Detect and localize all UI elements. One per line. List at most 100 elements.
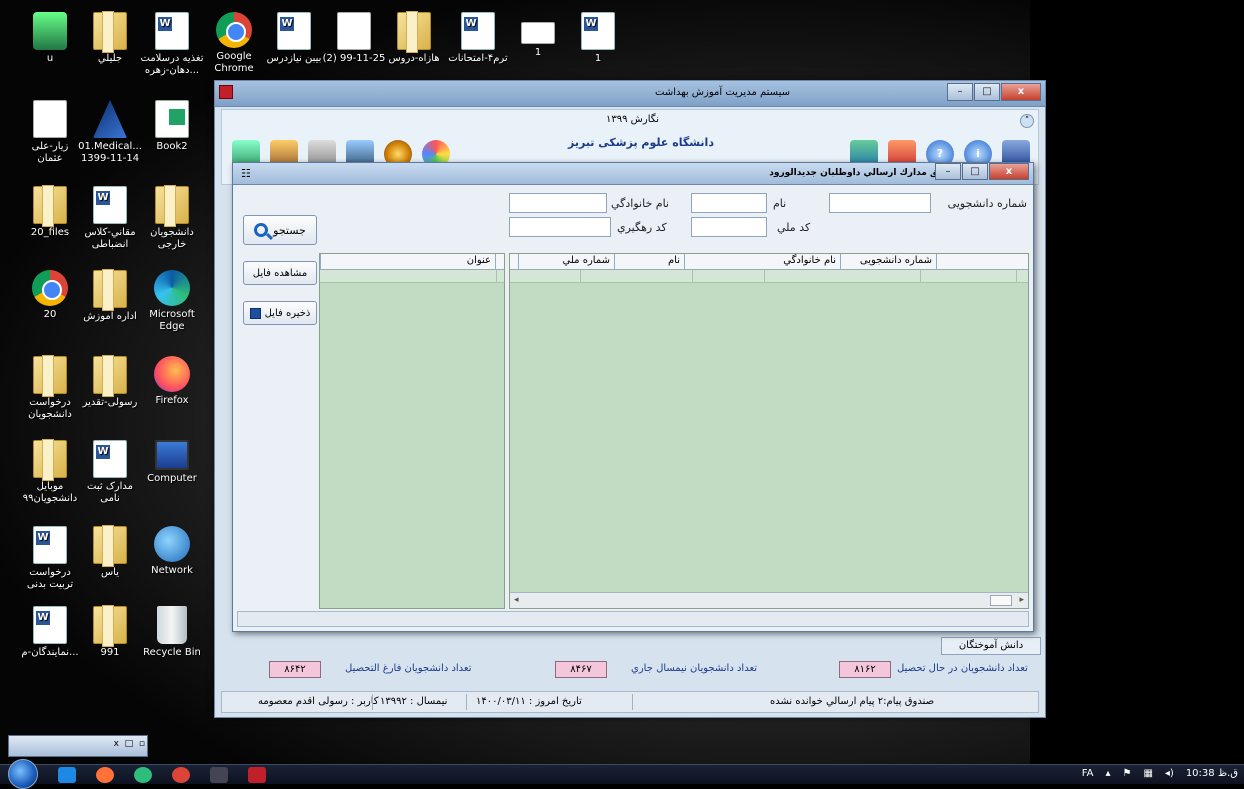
desktop-icon-label: جليلي xyxy=(97,53,123,64)
desktop-icon-chrome[interactable]: 20 xyxy=(18,270,82,321)
students-grid-header: شماره ملي نام نام خانوادگي شماره دانشجوي… xyxy=(510,254,1028,270)
desktop-icon-folder[interactable]: جليلي xyxy=(78,11,142,65)
desktop-icon-folder[interactable]: دانشجويان خارجی xyxy=(140,185,204,251)
column-header-student-number[interactable]: شماره دانشجويی xyxy=(840,254,936,269)
desktop-icon-doc[interactable]: زیار-علی عثمان xyxy=(18,100,82,165)
app-titlebar[interactable]: سيستم مديريت آموزش بهداشت – □ x xyxy=(215,81,1045,107)
desktop-icon-bin[interactable]: Recycle Bin xyxy=(140,606,204,659)
save-file-button[interactable]: ذخيره فايل xyxy=(243,301,317,325)
search-icon xyxy=(254,223,269,237)
search-button[interactable]: جستجو xyxy=(243,215,317,245)
flag-icon[interactable]: ⚑ xyxy=(1122,768,1131,779)
volume-icon[interactable]: ◂) xyxy=(1165,768,1174,779)
column-header-title[interactable]: عنوان xyxy=(320,254,495,269)
desktop-icon-folder[interactable]: موبایل دانشجويان۹۹ xyxy=(18,439,82,505)
dialog-titlebar[interactable]: ☷ تطابق مدارك ارسالي داوطلبان جديدالورود… xyxy=(233,163,1033,185)
floppy-icon xyxy=(249,307,261,319)
chrome-icon xyxy=(216,12,252,48)
minimize-button[interactable]: – xyxy=(947,83,973,101)
firefox-taskbar-icon[interactable] xyxy=(96,767,114,783)
desktop-icon-excel[interactable]: Book2 xyxy=(140,100,204,153)
network-icon xyxy=(154,526,190,562)
column-header-national-number[interactable]: شماره ملي xyxy=(518,254,614,269)
tray-expand-icon[interactable]: ▴ xyxy=(1105,768,1110,779)
doc-icon xyxy=(337,12,371,50)
folder-icon xyxy=(33,355,67,397)
edge-taskbar-icon[interactable] xyxy=(134,767,152,783)
desktop-icon-chrome[interactable]: Google Chrome xyxy=(202,12,266,75)
desktop-icon-folder[interactable]: هازاه-دروس xyxy=(382,11,446,65)
student-number-input[interactable] xyxy=(829,193,931,213)
desktop-icon-computer[interactable]: Computer xyxy=(140,440,204,485)
view-file-button[interactable]: مشاهده فايل xyxy=(243,261,317,285)
doc-icon xyxy=(33,100,67,138)
desktop-icon-folder[interactable]: اداره آموزش xyxy=(78,269,142,323)
last-name-input[interactable] xyxy=(509,193,607,213)
dialog-maximize-button[interactable]: □ xyxy=(962,163,988,180)
language-indicator[interactable]: FA xyxy=(1082,768,1094,779)
table-row[interactable] xyxy=(510,270,1028,283)
excel-icon xyxy=(155,100,189,138)
bin-icon xyxy=(157,606,187,644)
dialog-close-button[interactable]: x xyxy=(989,163,1029,180)
minimized-window[interactable]: x □ ▫ xyxy=(8,735,148,757)
desktop-icon-word[interactable]: ترم۴-امتحانات xyxy=(446,12,510,65)
first-name-input[interactable] xyxy=(691,193,767,213)
desktop-icon-word[interactable]: مقاني-کلاس انضباطی xyxy=(78,186,142,251)
folder-icon xyxy=(93,605,127,647)
start-button[interactable] xyxy=(8,759,38,789)
national-code-input[interactable] xyxy=(691,217,767,237)
desktop-icon-label: دانشجويان خارجی xyxy=(150,227,194,250)
minimized-window-controls[interactable]: x □ ▫ xyxy=(114,739,145,749)
dialog-minimize-button[interactable]: – xyxy=(935,163,961,180)
desktop-icon-folder[interactable]: یاس xyxy=(78,525,142,579)
desktop-icon-label: u xyxy=(46,53,54,64)
app-taskbar-icon[interactable] xyxy=(210,767,228,783)
word-icon xyxy=(581,12,615,50)
files-grid[interactable]: عنوان xyxy=(319,253,505,609)
desktop-icon-word[interactable]: نمایندگان-م... xyxy=(18,606,82,659)
collapse-icon[interactable]: ˄ xyxy=(1020,114,1034,128)
folder-icon xyxy=(93,269,127,311)
scrollbar-thumb[interactable] xyxy=(990,595,1012,606)
desktop-icon-folder[interactable]: درخواست دانشجويان xyxy=(18,355,82,421)
desktop-icon-user[interactable]: u xyxy=(18,12,82,65)
chrome-taskbar-icon[interactable] xyxy=(172,767,190,783)
ie-icon[interactable] xyxy=(58,767,76,783)
desktop-icon-network[interactable]: Network xyxy=(140,526,204,577)
desktop-icon-label: 991 xyxy=(100,647,120,658)
desktop-icon-firefox[interactable]: Firefox xyxy=(140,356,204,407)
column-header-last-name[interactable]: نام خانوادگي xyxy=(684,254,840,269)
folder-icon xyxy=(93,355,127,397)
network-icon[interactable]: ▦ xyxy=(1143,768,1152,779)
desktop-icon-doc[interactable]: (2) 99-11-25 xyxy=(322,12,386,65)
desktop-icon-word[interactable]: بیبن نیازدرس xyxy=(262,12,326,65)
desktop-icon-mail[interactable]: 1 xyxy=(506,12,570,59)
word-icon xyxy=(155,12,189,50)
students-grid[interactable]: شماره ملي نام نام خانوادگي شماره دانشجوي… xyxy=(509,253,1029,609)
status-messages: صندوق پيام:۲ پيام ارسالي خوانده نشده xyxy=(770,696,935,707)
column-header-first-name[interactable]: نام xyxy=(614,254,684,269)
word-icon xyxy=(33,526,67,564)
desktop-icon-folder[interactable]: 20_files xyxy=(18,185,82,239)
desktop-icon-folder[interactable]: رسولی-تقدير xyxy=(78,355,142,409)
studying-label: تعداد دانشجويان در حال تحصيل xyxy=(897,663,1028,674)
clock[interactable]: 10:38 ق.ظ xyxy=(1186,768,1238,779)
horizontal-scrollbar[interactable]: ◂ ▸ xyxy=(510,592,1028,608)
education-app-taskbar-icon[interactable] xyxy=(248,767,266,783)
desktop-icon-word[interactable]: مدارک ثبت نامی xyxy=(78,440,142,505)
graduated-label: تعداد دانشجويان فارغ التحصيل xyxy=(345,663,472,674)
desktop-icon-word[interactable]: درخواست تربیت بدنی xyxy=(18,526,82,591)
desktop-icon-word[interactable]: 1 xyxy=(566,12,630,65)
desktop-icon-word[interactable]: تغذيه درسلامت دهان-زهره... xyxy=(140,12,204,77)
desktop-icon-label: ترم۴-امتحانات xyxy=(448,53,508,64)
close-button[interactable]: x xyxy=(1001,83,1041,101)
desktop-icon-vs[interactable]: 01.Medical... 1399-11-14 xyxy=(78,100,142,165)
desktop-icon-edge[interactable]: Microsoft Edge xyxy=(140,270,204,333)
desktop-icon-folder[interactable]: 991 xyxy=(78,605,142,659)
tab-graduates[interactable]: دانش آموختگان xyxy=(941,637,1041,655)
word-icon xyxy=(33,606,67,644)
tracking-code-input[interactable] xyxy=(509,217,611,237)
current-semester-count: ۸۴۶۷ xyxy=(555,661,607,678)
maximize-button[interactable]: □ xyxy=(974,83,1000,101)
